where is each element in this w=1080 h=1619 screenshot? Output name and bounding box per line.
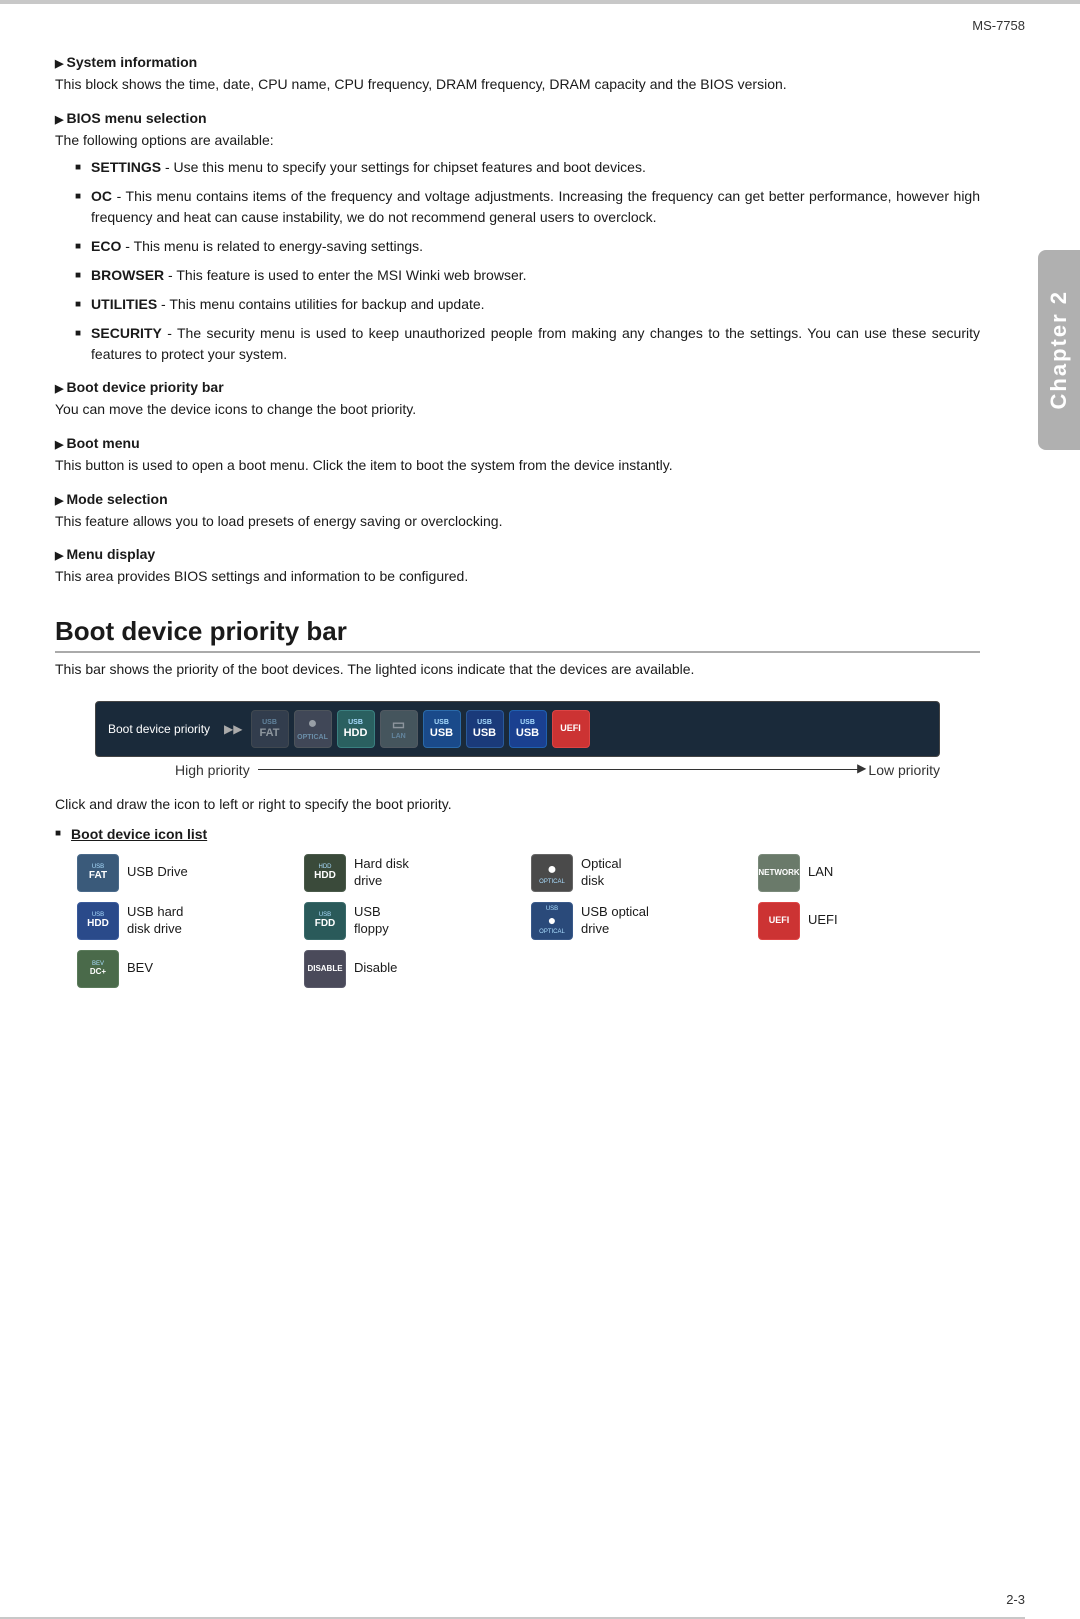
- icon-grid-item-disable: DISABLE Disable: [304, 950, 526, 988]
- icon-label-usb-drive: USB Drive: [127, 864, 188, 881]
- icon-grid-item-lan: NETWORK LAN: [758, 854, 980, 892]
- icon-usb-floppy: USB FDD: [304, 902, 346, 940]
- mode-selection-body: This feature allows you to load presets …: [55, 511, 980, 533]
- page-container: MS-7758 Chapter 2 System information Thi…: [0, 0, 1080, 1619]
- page-number: 2-3: [1006, 1592, 1025, 1607]
- icon-grid-item-hdd: HDD HDD Hard diskdrive: [304, 854, 526, 892]
- boot-icon-file[interactable]: ▭ LAN: [380, 710, 418, 748]
- icon-bev: BEV DC+: [77, 950, 119, 988]
- boot-device-priority-bar-body: You can move the device icons to change …: [55, 399, 980, 421]
- icon-hdd: HDD HDD: [304, 854, 346, 892]
- icon-grid-item-optical: ● OPTICAL Opticaldisk: [531, 854, 753, 892]
- icon-usb-optical: USB ● OPTICAL: [531, 902, 573, 940]
- icon-grid-item-usb-drive: USB FAT USB Drive: [77, 854, 299, 892]
- item-term: OC: [91, 188, 112, 204]
- boot-icon-usb3[interactable]: USB USB: [509, 710, 547, 748]
- boot-icon-usb1[interactable]: USB USB: [423, 710, 461, 748]
- boot-priority-bar-container: Boot device priority ▶▶ USB FAT ● OPTICA…: [95, 701, 940, 757]
- icon-usb-hdd: USB HDD: [77, 902, 119, 940]
- bios-menu-selection-intro: The following options are available:: [55, 130, 980, 152]
- item-desc: - Use this menu to specify your settings…: [161, 159, 646, 175]
- icon-list-header-label: Boot device icon list: [71, 826, 207, 842]
- item-desc: - The security menu is used to keep unau…: [91, 325, 980, 362]
- main-content: System information This block shows the …: [0, 0, 1080, 1028]
- item-term: SETTINGS: [91, 159, 161, 175]
- bios-menu-selection-header: BIOS menu selection: [55, 110, 980, 126]
- icon-uefi: UEFI: [758, 902, 800, 940]
- list-item: SETTINGS - Use this menu to specify your…: [75, 157, 980, 178]
- item-desc: - This feature is used to enter the MSI …: [164, 267, 526, 283]
- icon-grid-item-usb-hdd: USB HDD USB harddisk drive: [77, 902, 299, 940]
- boot-icons-row: USB FAT ● OPTICAL USB HDD ▭: [251, 710, 590, 748]
- low-priority-label: Low priority: [868, 762, 940, 778]
- bios-menu-list: SETTINGS - Use this menu to specify your…: [75, 157, 980, 365]
- icon-grid-item-usb-floppy: USB FDD USBfloppy: [304, 902, 526, 940]
- icon-label-lan: LAN: [808, 864, 833, 881]
- boot-icon-usb2[interactable]: USB USB: [466, 710, 504, 748]
- menu-display-header: Menu display: [55, 546, 980, 562]
- high-priority-label: High priority: [175, 762, 250, 778]
- boot-menu-header: Boot menu: [55, 435, 980, 451]
- icon-lan: NETWORK: [758, 854, 800, 892]
- boot-icon-usb-fat[interactable]: USB FAT: [251, 710, 289, 748]
- top-border: [0, 0, 1080, 4]
- menu-display-body: This area provides BIOS settings and inf…: [55, 566, 980, 588]
- system-information-header: System information: [55, 54, 980, 70]
- list-item: SECURITY - The security menu is used to …: [75, 323, 980, 365]
- click-instruction: Click and draw the icon to left or right…: [55, 794, 980, 816]
- item-desc: - This menu contains items of the freque…: [91, 188, 980, 225]
- priority-arrows-icon: ▶▶: [224, 722, 242, 736]
- icon-grid-item-usb-optical: USB ● OPTICAL USB opticaldrive: [531, 902, 753, 940]
- boot-menu-body: This button is used to open a boot menu.…: [55, 455, 980, 477]
- boot-priority-bar: Boot device priority ▶▶ USB FAT ● OPTICA…: [95, 701, 940, 757]
- icon-optical: ● OPTICAL: [531, 854, 573, 892]
- boot-priority-label: Boot device priority: [108, 722, 210, 736]
- icon-label-usb-floppy: USBfloppy: [354, 904, 389, 938]
- chapter-tab: Chapter 2: [1038, 250, 1080, 450]
- item-term: BROWSER: [91, 267, 164, 283]
- mode-selection-header: Mode selection: [55, 491, 980, 507]
- icon-label-usb-optical: USB opticaldrive: [581, 904, 649, 938]
- icon-label-disable: Disable: [354, 960, 397, 977]
- boot-icon-optical[interactable]: ● OPTICAL: [294, 710, 332, 748]
- priority-arrow-row: High priority Low priority: [175, 762, 940, 778]
- list-item: OC - This menu contains items of the fre…: [75, 186, 980, 228]
- item-term: UTILITIES: [91, 296, 157, 312]
- model-number: MS-7758: [972, 18, 1025, 33]
- icon-list-header: Boot device icon list: [55, 826, 980, 842]
- item-desc: - This menu contains utilities for backu…: [157, 296, 484, 312]
- icon-grid: USB FAT USB Drive HDD HDD Hard diskdrive: [77, 854, 980, 988]
- icon-label-optical: Opticaldisk: [581, 856, 621, 890]
- icon-grid-item-bev: BEV DC+ BEV: [77, 950, 299, 988]
- icon-disable: DISABLE: [304, 950, 346, 988]
- list-item: BROWSER - This feature is used to enter …: [75, 265, 980, 286]
- icon-grid-item-uefi: UEFI UEFI: [758, 902, 980, 940]
- icon-label-hdd: Hard diskdrive: [354, 856, 409, 890]
- main-section-title: Boot device priority bar: [55, 616, 980, 653]
- item-term: ECO: [91, 238, 121, 254]
- main-section-intro: This bar shows the priority of the boot …: [55, 659, 980, 681]
- boot-icon-usb-hdd[interactable]: USB HDD: [337, 710, 375, 748]
- priority-arrow-line: [258, 769, 861, 770]
- icon-label-usb-hdd: USB harddisk drive: [127, 904, 183, 938]
- boot-device-priority-bar-header: Boot device priority bar: [55, 379, 980, 395]
- boot-icon-uefi[interactable]: UEFI: [552, 710, 590, 748]
- chapter-tab-label: Chapter 2: [1046, 290, 1072, 409]
- icon-list-section: Boot device icon list USB FAT USB Drive …: [55, 826, 980, 988]
- item-term: SECURITY: [91, 325, 162, 341]
- list-item: ECO - This menu is related to energy-sav…: [75, 236, 980, 257]
- icon-label-uefi: UEFI: [808, 912, 838, 929]
- item-desc: - This menu is related to energy-saving …: [121, 238, 423, 254]
- icon-label-bev: BEV: [127, 960, 153, 977]
- system-information-body: This block shows the time, date, CPU nam…: [55, 74, 980, 96]
- list-item: UTILITIES - This menu contains utilities…: [75, 294, 980, 315]
- icon-usb-drive: USB FAT: [77, 854, 119, 892]
